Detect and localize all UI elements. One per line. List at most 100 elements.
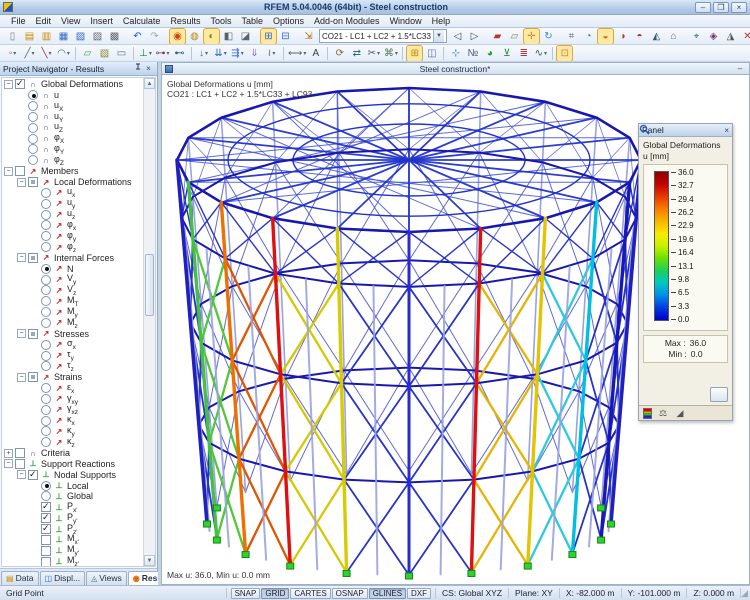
member-tool-icon[interactable]: ╲▾ [39,46,54,61]
dropdown-caret-icon[interactable]: ▾ [149,50,152,57]
edit-divide-icon[interactable]: ✂▾ [366,46,381,61]
results-panel-icon[interactable]: ◐ [204,29,219,44]
tree-expander-icon[interactable]: − [4,167,13,176]
filter-tab-icon[interactable]: ◢ [674,408,686,419]
tree-expander-icon[interactable]: − [17,178,26,187]
mirror-icon[interactable]: ◮ [723,29,738,44]
dropdown-caret-icon[interactable]: ▾ [395,50,398,57]
tree-radio[interactable] [41,242,51,252]
supports-show-icon[interactable]: ⊻ [499,46,514,61]
toggle-osnap[interactable]: OSNAP [332,588,368,599]
surface-tool-icon[interactable]: ▱ [80,46,95,61]
menu-window[interactable]: Window [385,16,427,26]
tree-expander-icon[interactable]: − [4,80,13,89]
factors-tab-icon[interactable]: ⚖ [657,408,669,419]
opening-tool-icon[interactable]: ▭ [114,46,129,61]
tree-radio[interactable] [28,155,38,165]
tree-checkbox[interactable] [28,329,38,339]
tree-checkbox[interactable] [15,448,25,458]
dropdown-caret-icon[interactable]: ▾ [303,50,306,57]
save-icon[interactable]: ▦ [56,29,71,44]
tree-checkbox[interactable] [15,79,25,89]
panel-options-button[interactable] [710,387,728,402]
tree-checkbox[interactable] [41,535,51,545]
table-layout-icon[interactable]: ⊟ [278,29,293,44]
arc-tool-icon[interactable]: ◠▾ [56,46,71,61]
tree-radio[interactable] [41,340,51,350]
show-table-icon[interactable]: ⊞ [261,29,276,44]
navigator-tab-data[interactable]: ▤Data [1,571,39,585]
print-preview-icon[interactable]: ▩ [107,29,122,44]
open-icon[interactable]: ▤ [22,29,37,44]
numbering-icon[interactable]: № [465,46,480,61]
tree-radio[interactable] [41,285,51,295]
tree-radio[interactable] [41,220,51,230]
perspective-icon[interactable]: ⌂ [666,29,681,44]
tree-expander-icon[interactable]: − [17,329,26,338]
tree-item-nodalsupports[interactable]: −⊥Nodal Supports [2,469,143,480]
tree-item-globaldeformations[interactable]: −∩Global Deformations [2,79,143,90]
tree-radio[interactable] [41,188,51,198]
scroll-down-icon[interactable]: ▼ [144,555,155,566]
eccentricity-tool-icon[interactable]: ⊷ [172,46,187,61]
viewport-minimize-icon[interactable]: – [734,64,746,73]
toggle-cartes[interactable]: CARTES [290,588,330,599]
tree-expander-icon[interactable]: − [17,253,26,262]
panel-close-icon[interactable]: × [724,126,729,135]
tree-radio[interactable] [41,394,51,404]
menu-table[interactable]: Table [236,16,268,26]
scrollbar-thumb[interactable] [145,254,154,316]
tree-radio[interactable] [41,491,51,501]
dropdown-caret-icon[interactable]: ▾ [224,50,227,57]
tree-radio[interactable] [41,437,51,447]
move-view-icon[interactable]: ✛ [524,29,539,44]
color-scale-tab-icon[interactable] [643,408,652,419]
tree-checkbox[interactable] [41,513,51,523]
support-tool-icon[interactable]: ⊥▾ [138,46,153,61]
show-loads-icon[interactable]: ▰ [490,29,505,44]
select-special-icon[interactable]: ◈ [706,29,721,44]
clipping-box-icon[interactable]: ◪ [238,29,253,44]
toggle-grid[interactable]: GRID [261,588,289,599]
visibility-mode-icon[interactable]: ◧ [221,29,236,44]
toggle-dxf[interactable]: DXF [407,588,431,599]
navigator-tab-displ[interactable]: ◫Displ... [40,571,86,585]
edit-mirror-icon[interactable]: ⇄ [349,46,364,61]
work-plane-icon[interactable]: ◫ [424,46,439,61]
tree-item-z[interactable]: ↗τz [2,361,143,372]
nodal-load-icon[interactable]: ↓▾ [196,46,211,61]
tree-radio[interactable] [41,405,51,415]
tree-radio[interactable] [41,199,51,209]
tree-checkbox[interactable] [15,459,25,469]
hinge-tool-icon[interactable]: ⊶▾ [155,46,170,61]
tree-item-internalforces[interactable]: −↗Internal Forces [2,253,143,264]
maximize-button[interactable]: ❒ [713,2,729,13]
tree-radio[interactable] [41,318,51,328]
tree-radio[interactable] [28,90,38,100]
text-comment-icon[interactable]: A [308,46,323,61]
menu-results[interactable]: Results [165,16,205,26]
minimize-button[interactable]: – [695,2,711,13]
tree-item-uz[interactable]: ∩uZ [2,122,143,133]
tree-checkbox[interactable] [28,177,38,187]
result-values-icon[interactable]: ◍ [187,29,202,44]
tree-item-mz[interactable]: ↗Mz [2,318,143,329]
menu-calculate[interactable]: Calculate [118,16,166,26]
redo-icon[interactable]: ↷ [147,29,162,44]
surface-load-icon[interactable]: ⇶▾ [230,46,245,61]
resize-grip-icon[interactable]: ◢ [741,588,750,599]
menu-tools[interactable]: Tools [205,16,236,26]
tree-checkbox[interactable] [28,372,38,382]
combo-dropdown-icon[interactable]: ▼ [433,30,444,42]
toggle-snap[interactable]: SNAP [231,588,261,599]
dropdown-caret-icon[interactable]: ▾ [166,50,169,57]
show-results-icon[interactable]: ◉ [170,29,185,44]
print-icon[interactable]: ▨ [90,29,105,44]
edit-rotate-icon[interactable]: ⟳ [332,46,347,61]
undo-icon[interactable]: ↶ [130,29,145,44]
next-load-case-icon[interactable]: ▷ [467,29,482,44]
tree-item-x[interactable]: ∩φX [2,133,143,144]
tree-item-local[interactable]: ⊥Local [2,480,143,491]
menu-insert[interactable]: Insert [85,16,118,26]
tree-radio[interactable] [28,134,38,144]
